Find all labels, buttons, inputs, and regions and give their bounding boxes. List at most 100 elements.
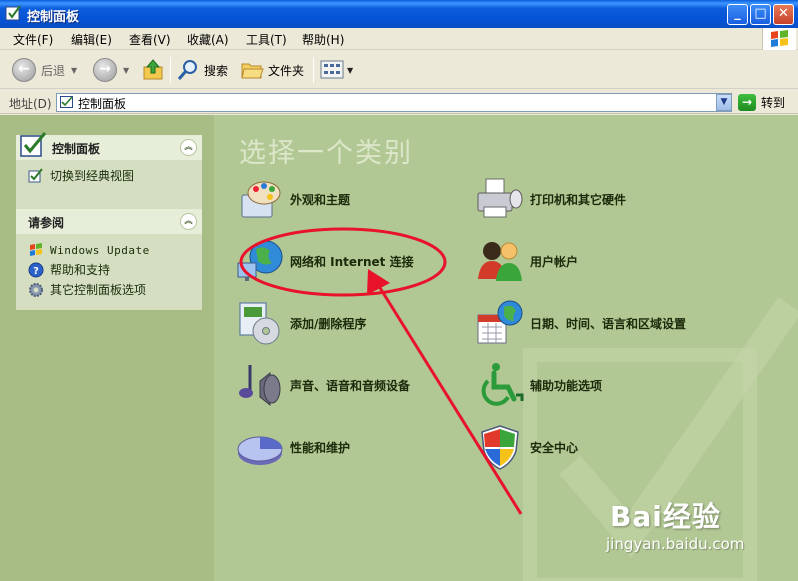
- address-value: 控制面板: [78, 97, 127, 111]
- folder-icon: [241, 63, 264, 79]
- search-icon: [177, 60, 197, 80]
- control-panel-box-header[interactable]: 控制面板 ︽: [16, 132, 202, 160]
- category-appearance[interactable]: 外观和主题: [236, 175, 350, 223]
- windows-update-icon: [30, 243, 42, 256]
- see-also-header[interactable]: 请参阅 ︽: [16, 209, 202, 234]
- go-button[interactable]: → 转到: [738, 93, 794, 112]
- category-add-remove-programs-label: 添加/删除程序: [290, 316, 367, 331]
- category-date-time-language-region[interactable]: 日期、时间、语言和区域设置: [476, 299, 686, 347]
- menu-help[interactable]: 帮助(H): [302, 31, 344, 48]
- menu-file[interactable]: 文件(F): [13, 31, 53, 48]
- back-button[interactable]: ← 后退 ▼: [12, 57, 77, 83]
- address-bar: 地址(D) 控制面板 ▼ → 转到: [0, 90, 798, 114]
- calendar-globe-icon: [477, 300, 523, 344]
- help-support-link[interactable]: ? 帮助和支持: [28, 261, 110, 278]
- search-button[interactable]: 搜索: [177, 57, 228, 83]
- category-accessibility-label: 辅助功能选项: [530, 378, 603, 393]
- control-panel-window: 控制面板 _ □ ✕ 文件(F) 编辑(E) 查看(V) 收藏(A) 工具(T)…: [0, 0, 798, 581]
- views-grid-icon: [320, 60, 344, 79]
- baidu-logo: Bai经验: [610, 500, 721, 533]
- baidu-watermark: Bai经验 jingyan.baidu.com: [606, 495, 744, 553]
- forward-arrow-icon: →: [93, 58, 117, 82]
- menu-bar: 文件(F) 编辑(E) 查看(V) 收藏(A) 工具(T) 帮助(H): [0, 28, 798, 50]
- address-dropdown-icon[interactable]: ▼: [716, 94, 732, 111]
- help-icon: ?: [28, 262, 44, 277]
- users-icon: [478, 242, 522, 281]
- window-title: 控制面板: [27, 10, 80, 25]
- category-network-internet-label: 网络和 Internet 连接: [290, 254, 414, 269]
- search-label: 搜索: [204, 63, 229, 78]
- control-panel-small-icon: [60, 96, 73, 108]
- task-pane: 控制面板 ︽ 切换到经典视图 请参阅 ︽ Windows Update ? 帮助…: [0, 115, 214, 581]
- category-performance-maintenance-label: 性能和维护: [290, 440, 351, 455]
- accessibility-icon: [481, 363, 524, 406]
- shield-icon: [481, 425, 519, 470]
- category-performance-maintenance[interactable]: 性能和维护: [236, 423, 350, 471]
- baidu-url: jingyan.baidu.com: [606, 535, 745, 553]
- menu-edit[interactable]: 编辑(E): [71, 31, 112, 48]
- category-add-remove-programs[interactable]: 添加/删除程序: [236, 299, 366, 347]
- control-panel-icon: [20, 132, 47, 157]
- svg-text:?: ?: [33, 266, 39, 277]
- palette-icon: [241, 181, 281, 218]
- category-printers-hardware-label: 打印机和其它硬件: [530, 192, 627, 207]
- back-label: 后退: [41, 63, 66, 78]
- category-printers-hardware[interactable]: 打印机和其它硬件: [476, 175, 626, 223]
- category-user-accounts[interactable]: 用户帐户: [476, 237, 578, 285]
- category-date-time-language-region-label: 日期、时间、语言和区域设置: [530, 316, 687, 331]
- go-label: 转到: [761, 96, 786, 110]
- menu-view[interactable]: 查看(V): [129, 31, 171, 48]
- back-arrow-icon: ←: [12, 58, 36, 82]
- up-button[interactable]: [141, 57, 165, 83]
- install-cd-icon: [239, 302, 280, 345]
- category-security-center-label: 安全中心: [530, 440, 579, 455]
- windows-logo-icon: [762, 28, 796, 50]
- category-sound-speech-audio[interactable]: 声音、语音和音频设备: [236, 361, 410, 409]
- switch-classic-view-label: 切换到经典视图: [50, 169, 135, 183]
- category-accessibility[interactable]: 辅助功能选项: [476, 361, 602, 409]
- collapse-icon[interactable]: ︽: [180, 213, 197, 230]
- maximize-button[interactable]: □: [750, 4, 771, 25]
- see-also-title: 请参阅: [28, 216, 65, 230]
- views-button[interactable]: ▼: [320, 57, 353, 83]
- windows-update-link[interactable]: Windows Update: [28, 242, 150, 258]
- page-heading: 选择一个类别: [239, 138, 413, 169]
- go-arrow-icon: →: [738, 94, 756, 111]
- switch-classic-view-link[interactable]: 切换到经典视图: [28, 167, 134, 184]
- views-dropdown-icon[interactable]: ▼: [347, 66, 353, 75]
- forward-dropdown-icon[interactable]: ▼: [123, 66, 129, 75]
- address-input[interactable]: 控制面板: [56, 93, 732, 112]
- menu-tools[interactable]: 工具(T): [246, 31, 287, 48]
- see-also-box: 请参阅 ︽ Windows Update ? 帮助和支持 其它控制面板选项: [16, 209, 202, 310]
- category-sound-speech-audio-label: 声音、语音和音频设备: [290, 378, 411, 393]
- network-globe-icon: [237, 240, 283, 281]
- back-dropdown-icon[interactable]: ▼: [71, 66, 77, 75]
- collapse-icon[interactable]: ︽: [180, 139, 197, 156]
- toolbar-separator: [170, 57, 171, 83]
- windows-update-label: Windows Update: [50, 243, 150, 257]
- close-button[interactable]: ✕: [773, 4, 794, 25]
- toolbar: ← 后退 ▼ → ▼ 搜索 文件夹 ▼: [0, 51, 798, 89]
- title-bar[interactable]: 控制面板 _ □ ✕: [0, 0, 798, 28]
- folders-button[interactable]: 文件夹: [240, 57, 304, 83]
- category-appearance-label: 外观和主题: [290, 192, 351, 207]
- category-network-internet[interactable]: 网络和 Internet 连接: [236, 237, 414, 285]
- folders-label: 文件夹: [268, 63, 305, 78]
- address-label: 地址(D): [9, 97, 52, 111]
- printer-icon: [477, 178, 523, 218]
- pie-chart-icon: [237, 436, 283, 465]
- gear-icon: [29, 282, 43, 297]
- minimize-button[interactable]: _: [727, 4, 748, 25]
- toolbar-separator: [313, 57, 314, 83]
- control-panel-box-title: 控制面板: [52, 142, 101, 156]
- up-folder-icon: [143, 59, 163, 80]
- other-options-label: 其它控制面板选项: [50, 283, 147, 297]
- forward-button[interactable]: → ▼: [93, 57, 129, 83]
- help-support-label: 帮助和支持: [50, 263, 111, 277]
- other-options-link[interactable]: 其它控制面板选项: [28, 281, 146, 298]
- classic-view-icon: [28, 167, 43, 182]
- category-user-accounts-label: 用户帐户: [530, 254, 579, 269]
- menu-favorites[interactable]: 收藏(A): [187, 31, 229, 48]
- speaker-note-icon: [239, 365, 281, 407]
- category-security-center[interactable]: 安全中心: [476, 423, 578, 471]
